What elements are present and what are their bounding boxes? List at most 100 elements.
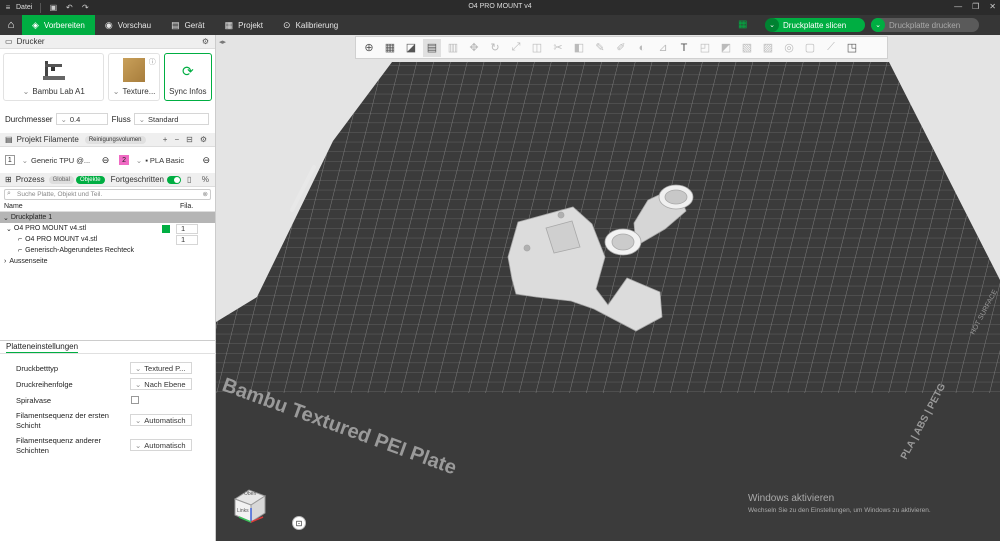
slice-plate-button[interactable]: ⌄ Druckplatte slicen	[765, 18, 865, 32]
dropdown-icon[interactable]: ⌄	[871, 18, 885, 32]
tab-project[interactable]: ▦ Projekt	[215, 15, 273, 35]
split-icon[interactable]: ▥	[444, 39, 462, 57]
title-bar: ≡ Datei ▣ ↶ ↷ O4 PRO MOUNT v4 — ❐ ✕	[0, 0, 1000, 15]
first-layer-sequence-select[interactable]: ⌄ Automatisch	[130, 414, 192, 426]
minus-circle-icon[interactable]: ⊖	[102, 155, 110, 166]
redo-icon[interactable]: ↷	[77, 3, 93, 12]
move-icon[interactable]: ✥	[465, 39, 483, 57]
clear-icon[interactable]: ⊗	[203, 190, 208, 198]
svg-icon[interactable]: ◰	[696, 39, 714, 57]
expand-icon[interactable]: ›	[4, 258, 6, 265]
part-row[interactable]: ⌐ Generisch-Abgerundetes Rechteck	[0, 245, 215, 256]
filament-index-field[interactable]: 1	[176, 234, 198, 245]
other-layers-sequence-select[interactable]: ⌄ Automatisch	[130, 439, 192, 451]
collapse-panel-icon[interactable]: ◂▸	[219, 38, 226, 46]
objects-toggle[interactable]: Objekte	[75, 175, 105, 184]
app-menu-icon[interactable]: ≡	[0, 3, 16, 12]
tab-calibration[interactable]: ⊙ Kalibrierung	[273, 15, 348, 35]
divider	[40, 2, 42, 13]
rotate-icon[interactable]: ↻	[486, 39, 504, 57]
object-row[interactable]: ⌄ O4 PRO MOUNT v4.stl 1	[0, 223, 215, 234]
filament-index-field[interactable]: 1	[176, 223, 198, 234]
windows-activation-watermark: Windows aktivieren Wechseln Sie zu den E…	[748, 493, 931, 514]
project-icon: ▦	[224, 19, 234, 30]
bed-type-select[interactable]: ⌄ Textured P...	[130, 362, 192, 374]
flow-select[interactable]: ⌄ Standard	[133, 113, 209, 125]
assembly-icon[interactable]: ◩	[717, 39, 735, 57]
object-visible-checkbox[interactable]	[162, 224, 170, 233]
slope-icon[interactable]: ⟋	[822, 39, 840, 57]
print-plate-button[interactable]: ⌄ Druckplatte drucken	[871, 18, 979, 32]
layout-icon[interactable]: ▦	[738, 19, 747, 30]
cube-top-label: Oben	[244, 491, 257, 497]
mesh-boolean-icon[interactable]: ◧	[570, 39, 588, 57]
fuzzy-skin-icon[interactable]: ▨	[759, 39, 777, 57]
placeholder-icon[interactable]: ▢	[801, 39, 819, 57]
close-icon[interactable]: ✕	[989, 2, 996, 11]
tab-device[interactable]: ▤ Gerät	[161, 15, 215, 35]
purge-volume-button[interactable]: Reinigungsvolumen	[84, 135, 146, 144]
arrange-icon[interactable]: ▤	[423, 38, 441, 57]
plate-type-select[interactable]: ⌄ Texture... ⓘ	[108, 53, 160, 101]
brim-ears-icon[interactable]: ◎	[780, 39, 798, 57]
plate-row[interactable]: ⌄ Druckplatte 1	[0, 212, 215, 223]
gear-icon[interactable]: ⚙	[202, 37, 209, 46]
add-icon[interactable]: +	[163, 135, 168, 144]
seam-paint-icon[interactable]: ✐	[612, 39, 630, 57]
3d-viewport[interactable]: Bambu Textured PEI Plate PLA | ABS | PET…	[216, 35, 1000, 541]
support-paint-icon[interactable]: ✎	[591, 39, 609, 57]
device-icon: ▤	[171, 19, 180, 30]
sync-info-button[interactable]: ⟳ Sync Infos	[163, 53, 212, 101]
other-layers-sequence-label: Filamentsequenz anderer Schichten	[16, 436, 102, 455]
filament-select[interactable]: ⌄ ▪ PLA Basic	[131, 154, 200, 166]
remove-icon[interactable]: −	[174, 135, 179, 144]
color-paint-icon[interactable]: ◐	[633, 39, 651, 57]
add-object-icon[interactable]: ⊕	[360, 39, 378, 57]
filament-icon: ▪	[145, 155, 148, 165]
file-menu[interactable]: Datei	[16, 4, 32, 11]
printer-select[interactable]: ⌄ Bambu Lab A1	[3, 53, 105, 101]
collapse-icon[interactable]: ⌄	[3, 214, 9, 222]
navigation-cube[interactable]: Oben Links	[231, 486, 269, 524]
other-row[interactable]: › Aussenseite	[0, 256, 215, 267]
prepare-icon: ◈	[32, 19, 39, 30]
tab-prepare[interactable]: ◈ Vorbereiten	[22, 15, 95, 35]
save-icon[interactable]: ▣	[45, 3, 61, 12]
filament-section-header: ▤ Projekt Filamente Reinigungsvolumen + −…	[0, 133, 215, 147]
search-input[interactable]: ⌕ Suche Platte, Objekt und Teil. ⊗	[4, 189, 211, 200]
assembly-view-icon[interactable]: ◳	[843, 39, 861, 57]
process-section-header: ⊞ Prozess Global Objekte Fortgeschritten…	[0, 173, 215, 187]
lay-on-face-icon[interactable]: ◫	[528, 39, 546, 57]
variable-layer-icon[interactable]: ▧	[738, 39, 756, 57]
spiral-vase-checkbox[interactable]	[131, 396, 139, 404]
scale-icon[interactable]: ⤢	[507, 39, 525, 57]
part-row[interactable]: ⌐ O4 PRO MOUNT v4.stl 1	[0, 234, 215, 245]
zoom-fit-icon[interactable]: ⊡	[292, 516, 306, 530]
auto-orient-icon[interactable]: ◪	[402, 39, 420, 57]
collapse-icon[interactable]: ⌄	[6, 225, 12, 233]
text-icon[interactable]: T	[675, 39, 693, 57]
percent-icon[interactable]: %	[202, 175, 209, 184]
tab-preview[interactable]: ◉ Vorschau	[95, 15, 161, 35]
home-icon[interactable]: ⌂	[0, 15, 22, 35]
cut-icon[interactable]: ✂	[549, 39, 567, 57]
measure-icon[interactable]: ⊿	[654, 39, 672, 57]
restore-icon[interactable]: ❐	[972, 2, 979, 11]
advanced-toggle[interactable]	[167, 175, 181, 184]
sync-filament-icon[interactable]: ⊟	[186, 135, 193, 144]
object-toolbar: ⊕ ▦ ◪ ▤ ▥ ✥ ↻ ⤢ ◫ ✂ ◧ ✎ ✐ ◐ ⊿ T ◰ ◩ ▧ ▨ …	[355, 36, 888, 59]
gear-icon[interactable]: ⚙	[200, 135, 207, 144]
minimize-icon[interactable]: —	[954, 2, 962, 11]
global-toggle[interactable]: Global	[48, 175, 74, 184]
advanced-label: Fortgeschritten	[110, 175, 164, 184]
add-plate-icon[interactable]: ▦	[381, 39, 399, 57]
undo-icon[interactable]: ↶	[61, 3, 77, 12]
filament-icon: ▤	[5, 135, 13, 144]
print-sequence-select[interactable]: ⌄ Nach Ebene	[130, 378, 192, 390]
filament-select[interactable]: ⌄ Generic TPU @...	[17, 154, 99, 166]
info-icon[interactable]: ⓘ	[149, 57, 156, 67]
minus-circle-icon[interactable]: ⊖	[202, 155, 210, 166]
nozzle-select[interactable]: ⌄ 0.4	[55, 113, 108, 125]
plate-thumbnail	[123, 58, 146, 82]
dropdown-icon[interactable]: ⌄	[765, 18, 779, 32]
